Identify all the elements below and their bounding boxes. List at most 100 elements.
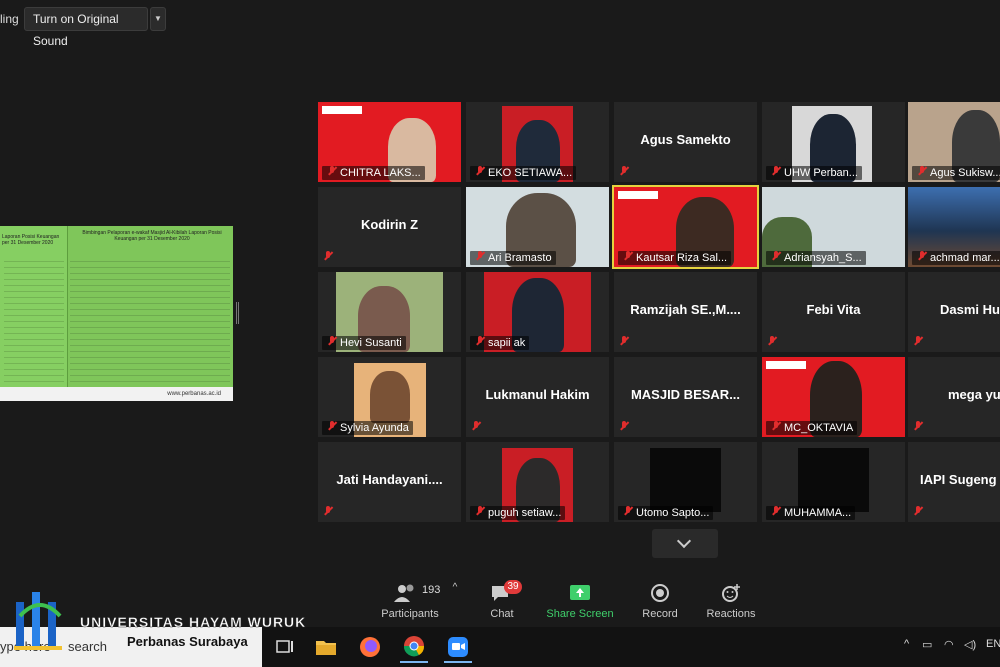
shared-screen-footer: www.perbanas.ac.id — [0, 387, 233, 401]
mic-muted-icon — [766, 336, 778, 347]
participant-tile[interactable]: Dasmi Hu — [908, 272, 1000, 352]
participant-name-label — [912, 421, 926, 435]
file-explorer-icon[interactable] — [308, 631, 344, 663]
chat-button[interactable]: 39 Chat — [482, 580, 522, 626]
participant-tile[interactable]: Hevi Susanti — [318, 272, 461, 352]
task-view-icon[interactable] — [266, 631, 302, 663]
recording-text: ling — [0, 12, 19, 26]
participant-name-label: Agus Sukisw... — [912, 166, 1000, 180]
participant-name-label — [766, 336, 780, 350]
split-resize-handle[interactable] — [236, 302, 239, 324]
wifi-icon[interactable]: ◠ — [944, 638, 954, 651]
chat-badge: 39 — [504, 580, 522, 594]
mic-muted-icon — [322, 506, 334, 517]
reactions-label: Reactions — [706, 608, 756, 620]
participant-video — [798, 448, 869, 512]
participant-tile[interactable]: Kodirin Z — [318, 187, 461, 267]
participant-tile[interactable]: IAPI Sugeng — [908, 442, 1000, 522]
volume-icon[interactable]: ◁) — [964, 638, 976, 651]
tray-arrow-icon[interactable]: ^ — [904, 638, 909, 650]
mic-muted-icon — [770, 421, 782, 432]
shared-screen-rows — [70, 256, 230, 386]
participant-name-label: CHITRA LAKS... — [322, 166, 425, 180]
mic-muted-icon — [912, 336, 924, 347]
participant-tile[interactable]: Lukmanul Hakim — [466, 357, 609, 437]
participant-tile[interactable]: Febi Vita — [762, 272, 905, 352]
mic-muted-icon — [326, 166, 338, 177]
share-screen-button[interactable]: Share Screen — [546, 582, 614, 626]
mic-muted-icon — [326, 336, 338, 347]
participant-name: Lukmanul Hakim — [485, 387, 590, 402]
participant-name-label — [470, 421, 484, 435]
participant-tile-active-speaker[interactable]: Kautsar Riza Sal... — [612, 185, 759, 269]
participant-name: Dasmi Hu — [940, 302, 1000, 317]
chrome-icon[interactable] — [396, 631, 432, 663]
shared-screen[interactable]: Laporan Posisi Keuangan per 31 Desember … — [0, 226, 233, 401]
shared-screen-title: Bimbingan Pelaporan e-wakaf Masjid Al-Ki… — [82, 230, 222, 242]
chevron-down-icon — [676, 533, 692, 549]
participant-tile[interactable]: Ari Bramasto — [466, 187, 609, 267]
next-page-button[interactable] — [652, 529, 718, 558]
shared-screen-left-title: Laporan Posisi Keuangan per 31 Desember … — [2, 234, 60, 246]
battery-icon[interactable]: ▭ — [922, 638, 932, 651]
input-language[interactable]: EN — [986, 638, 1000, 650]
mic-muted-icon — [474, 166, 486, 177]
participant-tile[interactable]: Agus Sukisw... — [908, 102, 1000, 182]
participant-tile[interactable]: Agus Samekto — [614, 102, 757, 182]
participant-name-label — [322, 506, 336, 520]
participant-tile[interactable]: puguh setiaw... — [466, 442, 609, 522]
participant-tile[interactable]: UHW Perban... — [762, 102, 905, 182]
participant-tile[interactable]: achmad mar... — [908, 187, 1000, 267]
participant-tile[interactable]: CHITRA LAKS... — [318, 102, 461, 182]
participant-name-label: puguh setiaw... — [470, 506, 566, 520]
participant-video — [650, 448, 721, 512]
share-screen-icon — [546, 582, 614, 604]
firefox-icon[interactable] — [352, 631, 388, 663]
participant-tile[interactable]: MC_OKTAVIA — [762, 357, 905, 437]
participant-name: IAPI Sugeng — [920, 472, 997, 487]
participant-name: Febi Vita — [806, 302, 861, 317]
participant-tile[interactable]: Sylvia Ayunda — [318, 357, 461, 437]
participant-name-label: Hevi Susanti — [322, 336, 406, 350]
participant-figure — [370, 371, 410, 423]
participant-name-label: EKO SETIAWA... — [470, 166, 577, 180]
mic-muted-icon — [770, 251, 782, 262]
zoom-app-icon[interactable] — [440, 631, 476, 663]
participant-name-label: Kautsar Riza Sal... — [618, 251, 732, 265]
mic-muted-icon — [622, 251, 634, 262]
participant-name-label — [618, 166, 632, 180]
mic-muted-icon — [618, 166, 630, 177]
record-button[interactable]: Record — [638, 582, 682, 626]
participant-tile[interactable]: EKO SETIAWA... — [466, 102, 609, 182]
participant-tile[interactable]: MASJID BESAR... — [614, 357, 757, 437]
mic-muted-icon — [322, 251, 334, 262]
participant-tile[interactable]: Ramzijah SE.,M.... — [614, 272, 757, 352]
participant-tile[interactable]: Utomo Sapto... — [614, 442, 757, 522]
participant-name: MASJID BESAR... — [630, 387, 741, 402]
original-sound-button[interactable]: Turn on Original Sound — [24, 7, 148, 48]
logo-banner — [618, 191, 658, 199]
participant-tile[interactable]: MUHAMMA... — [762, 442, 905, 522]
participants-icon: 193 — [380, 582, 440, 604]
participant-tile[interactable]: mega yu — [908, 357, 1000, 437]
participants-button[interactable]: 193 Participants — [380, 582, 440, 626]
mic-muted-icon — [618, 421, 630, 432]
participant-name: Jati Handayani.... — [336, 472, 443, 487]
mic-muted-icon — [912, 506, 924, 517]
university-logo-icon — [12, 586, 68, 656]
participant-name-label: UHW Perban... — [766, 166, 862, 180]
participant-tile[interactable]: Jati Handayani.... — [318, 442, 461, 522]
participant-name-label: sapii ak — [470, 336, 530, 350]
participant-name: Ramzijah SE.,M.... — [630, 302, 741, 317]
mic-muted-icon — [770, 506, 782, 517]
top-bar: ling Turn on Original Sound ▼ — [0, 0, 1000, 48]
logo-subtitle: Perbanas Surabaya — [127, 634, 248, 649]
participants-options-arrow[interactable]: ^ — [449, 582, 461, 626]
participant-name-label — [618, 421, 632, 435]
chevron-down-icon[interactable]: ▼ — [150, 7, 166, 31]
participant-tile[interactable]: sapii ak — [466, 272, 609, 352]
participant-name-label: Sylvia Ayunda — [322, 421, 413, 435]
participant-tile[interactable]: Adriansyah_S... — [762, 187, 905, 267]
chat-icon: 39 — [482, 580, 522, 604]
reactions-button[interactable]: Reactions — [704, 582, 758, 626]
